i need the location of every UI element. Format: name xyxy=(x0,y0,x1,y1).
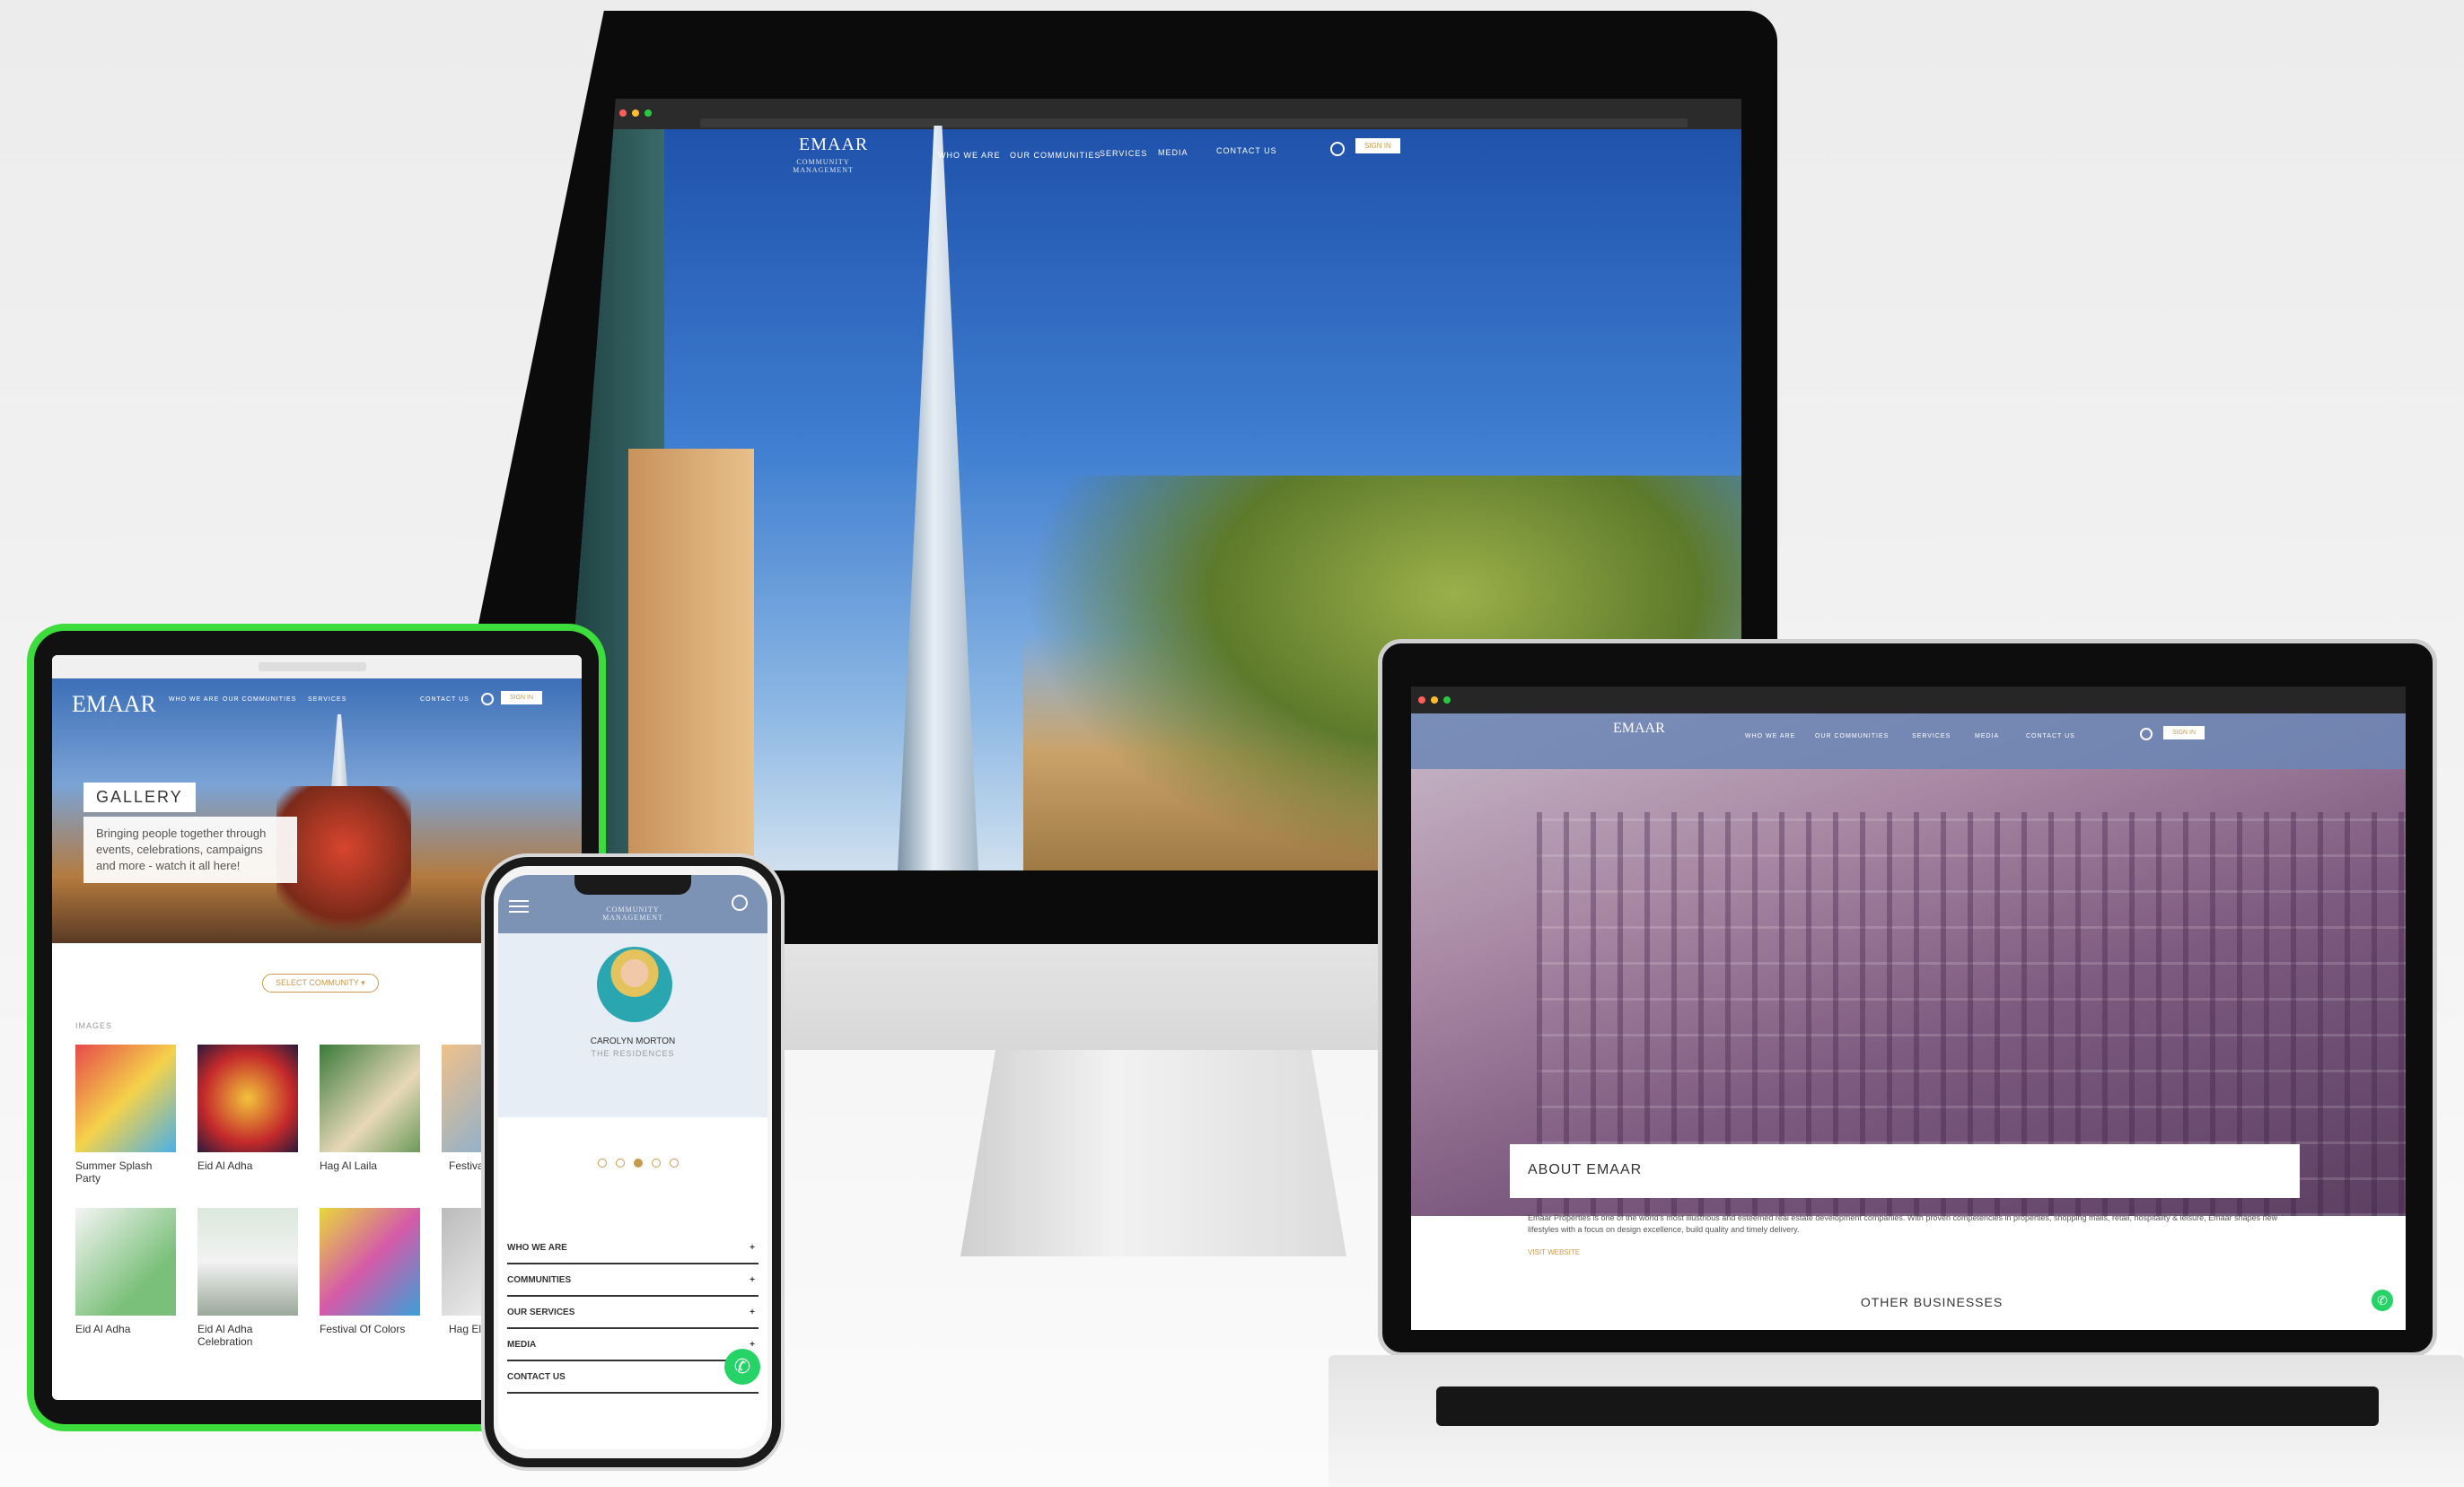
tablet-nav-contact-us[interactable]: CONTACT US xyxy=(420,696,469,703)
site-logo[interactable]: EMAAR xyxy=(799,135,868,155)
menu-item-label: WHO WE ARE xyxy=(507,1243,567,1253)
select-community-dropdown[interactable]: SELECT COMMUNITY ▾ xyxy=(262,974,379,993)
select-community-label: SELECT COMMUNITY xyxy=(276,978,359,987)
gallery-title: GALLERY xyxy=(83,783,196,812)
whatsapp-icon[interactable]: ✆ xyxy=(2372,1290,2393,1311)
gallery-caption: Festival Of Colors xyxy=(320,1323,406,1335)
menu-item-media[interactable]: MEDIA + xyxy=(507,1340,758,1361)
laptop-nav-media[interactable]: MEDIA xyxy=(1975,733,1999,739)
menu-item-label: CONTACT US xyxy=(507,1372,566,1382)
tablet-browser-bar xyxy=(52,655,582,678)
gallery-thumb[interactable] xyxy=(320,1045,420,1152)
browser-tabs[interactable] xyxy=(700,118,1688,127)
testimonial-name: CAROLYN MORTON xyxy=(590,1037,676,1046)
gallery-thumb[interactable] xyxy=(320,1208,420,1316)
close-window-icon[interactable] xyxy=(1418,696,1425,704)
nav-our-communities[interactable]: OUR COMMUNITIES xyxy=(1010,151,1101,160)
sign-in-button[interactable]: SIGN IN xyxy=(1355,138,1400,153)
burj-khalifa-image xyxy=(898,126,978,870)
whatsapp-icon[interactable]: ✆ xyxy=(724,1349,760,1385)
nav-services[interactable]: SERVICES xyxy=(1100,149,1147,158)
menu-item-communities[interactable]: COMMUNITIES + xyxy=(507,1275,758,1297)
about-card: ABOUT EMAAR xyxy=(1510,1144,2300,1198)
site-logo-subtitle: COMMUNITY MANAGEMENT xyxy=(793,158,854,174)
plus-icon: + xyxy=(750,1243,755,1253)
gallery-caption: Eid Al Adha xyxy=(75,1323,131,1335)
browser-tab-bar xyxy=(557,99,1741,129)
gallery-caption: Eid Al Adha Celebration xyxy=(197,1323,253,1348)
laptop-site-logo[interactable]: EMAAR xyxy=(1613,721,1665,737)
carousel-dot[interactable] xyxy=(616,1159,625,1168)
plus-icon: + xyxy=(750,1275,755,1285)
tablet-nav-who-we-are[interactable]: WHO WE ARE xyxy=(169,696,219,703)
laptop-screen: EMAAR WHO WE ARE OUR COMMUNITIES SERVICE… xyxy=(1411,687,2406,1330)
minimize-window-icon[interactable] xyxy=(1431,696,1438,704)
laptop-sign-in-button[interactable]: SIGN IN xyxy=(2163,726,2205,739)
gallery-thumb[interactable] xyxy=(75,1208,176,1316)
nav-media[interactable]: MEDIA xyxy=(1158,148,1188,157)
chevron-down-icon: ▾ xyxy=(361,978,365,987)
gallery-caption: Eid Al Adha xyxy=(197,1159,253,1172)
close-window-icon[interactable] xyxy=(619,109,627,117)
menu-item-label: MEDIA xyxy=(507,1340,537,1350)
avatar xyxy=(597,947,672,1022)
maximize-window-icon[interactable] xyxy=(1443,696,1451,704)
maximize-window-icon[interactable] xyxy=(644,109,652,117)
other-businesses-heading: OTHER BUSINESSES xyxy=(1860,1295,2004,1309)
menu-item-who-we-are[interactable]: WHO WE ARE + xyxy=(507,1243,758,1264)
nav-contact-us[interactable]: CONTACT US xyxy=(1216,146,1277,155)
hamburger-menu-icon[interactable] xyxy=(509,900,529,902)
laptop-nav-who-we-are[interactable]: WHO WE ARE xyxy=(1745,733,1795,739)
gallery-thumb[interactable] xyxy=(75,1045,176,1152)
gallery-description: Bringing people together through events,… xyxy=(83,817,297,883)
laptop-nav-services[interactable]: SERVICES xyxy=(1912,733,1951,739)
gallery-caption: Hag Al Laila xyxy=(320,1159,378,1172)
gallery-caption: Summer Splash Party xyxy=(75,1159,153,1185)
nav-who-we-are[interactable]: WHO WE ARE xyxy=(938,151,1001,160)
phone-screen: COMMUNITY MANAGEMENT CAROLYN MORTON THE … xyxy=(498,875,767,1449)
phone-notch xyxy=(574,875,691,895)
carousel-dot[interactable] xyxy=(652,1159,661,1168)
laptop-nav-our-communities[interactable]: OUR COMMUNITIES xyxy=(1815,733,1889,739)
phone-logo-subtitle: COMMUNITY MANAGEMENT xyxy=(602,905,663,922)
about-text: Emaar Properties is one of the world's m… xyxy=(1528,1213,2278,1234)
carousel-dot[interactable] xyxy=(598,1159,607,1168)
tablet-sign-in-button[interactable]: SIGN IN xyxy=(501,691,543,704)
menu-item-label: OUR SERVICES xyxy=(507,1308,575,1317)
tablet-site-logo[interactable]: EMAAR xyxy=(72,691,156,718)
tablet-search-icon[interactable] xyxy=(481,693,494,705)
search-icon[interactable] xyxy=(1330,142,1345,156)
carousel-dot-active[interactable] xyxy=(634,1159,643,1168)
building-image xyxy=(628,449,754,870)
carousel-dot[interactable] xyxy=(670,1159,679,1168)
gallery-thumb[interactable] xyxy=(197,1208,298,1316)
laptop-browser-bar xyxy=(1411,687,2406,713)
address-bar[interactable] xyxy=(259,662,366,671)
laptop-search-icon[interactable] xyxy=(2140,728,2153,740)
laptop-header-overlay xyxy=(1411,713,2406,769)
testimonial-place: THE RESIDENCES xyxy=(591,1049,675,1058)
laptop-nav-contact-us[interactable]: CONTACT US xyxy=(2026,733,2075,739)
visit-website-link[interactable]: VISIT WEBSITE xyxy=(1528,1248,1580,1256)
phone-search-icon[interactable] xyxy=(732,895,748,911)
menu-item-label: COMMUNITIES xyxy=(507,1275,572,1285)
plus-icon: + xyxy=(750,1308,755,1317)
images-section-label: IMAGES xyxy=(75,1021,113,1030)
menu-item-contact-us[interactable]: CONTACT US xyxy=(507,1372,758,1394)
tablet-nav-our-communities[interactable]: OUR COMMUNITIES xyxy=(223,696,296,703)
minimize-window-icon[interactable] xyxy=(632,109,639,117)
menu-item-our-services[interactable]: OUR SERVICES + xyxy=(507,1308,758,1329)
laptop-keyboard xyxy=(1436,1386,2379,1426)
about-hero-image xyxy=(1411,713,2406,1216)
tablet-nav-services[interactable]: SERVICES xyxy=(308,696,346,703)
gallery-thumb[interactable] xyxy=(197,1045,298,1152)
plus-icon: + xyxy=(750,1340,755,1350)
about-title: ABOUT EMAAR xyxy=(1528,1162,1643,1177)
